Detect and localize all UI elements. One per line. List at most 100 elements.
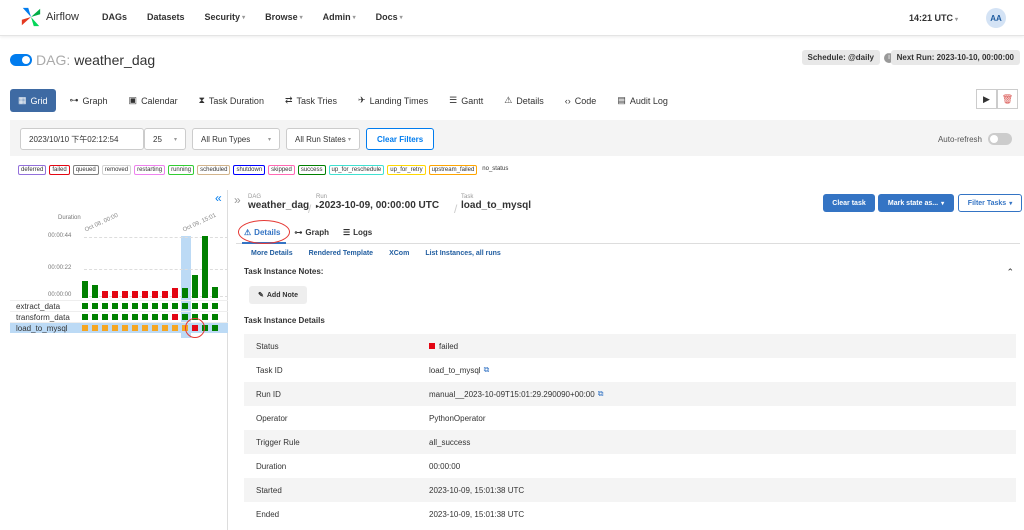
tab-task-tries[interactable]: ⇄ Task Tries — [285, 95, 337, 106]
task-instance-cell[interactable] — [162, 325, 168, 331]
legend-no-status[interactable]: no_status — [480, 165, 510, 175]
task-instance-cell[interactable] — [112, 325, 118, 331]
tab-code[interactable]: ‹› Code — [565, 96, 597, 106]
task-instance-cell[interactable] — [192, 303, 198, 309]
task-instance-cell[interactable] — [142, 303, 148, 309]
task-instance-cell[interactable] — [172, 303, 178, 309]
tab-calendar[interactable]: ▣ Calendar — [129, 95, 178, 106]
task-instance-cell[interactable] — [162, 314, 168, 320]
expand-grid-icon[interactable]: » — [234, 193, 241, 207]
filter-tasks-button[interactable]: Filter Tasks ▾ — [958, 194, 1022, 212]
task-instance-cell[interactable] — [142, 314, 148, 320]
legend-skipped[interactable]: skipped — [268, 165, 295, 175]
breadcrumb-task[interactable]: Task load_to_mysql — [461, 194, 531, 211]
legend-shutdown[interactable]: shutdown — [233, 165, 266, 175]
run-duration-bar[interactable] — [162, 290, 168, 298]
run-duration-bar[interactable] — [212, 286, 218, 298]
tab-logs[interactable]: ☰ Logs — [343, 228, 372, 237]
run-duration-bar[interactable] — [92, 285, 98, 298]
task-instance-cell[interactable] — [82, 303, 88, 309]
legend-upstream-failed[interactable]: upstream_failed — [428, 165, 478, 175]
legend-deferred[interactable]: deferred — [18, 165, 47, 175]
more-details-link[interactable]: More Details — [251, 250, 293, 257]
collapse-grid-icon[interactable]: « — [215, 191, 222, 205]
task-instance-cell[interactable] — [212, 325, 218, 331]
user-avatar[interactable]: AA — [986, 8, 1006, 28]
run-duration-bar[interactable] — [142, 290, 148, 298]
breadcrumb-run[interactable]: Run ▸2023-10-09, 00:00:00 UTC — [316, 194, 439, 211]
task-instance-cell[interactable] — [152, 303, 158, 309]
task-instance-cell[interactable] — [122, 325, 128, 331]
run-duration-bar[interactable] — [102, 290, 108, 298]
task-instance-cell[interactable] — [82, 325, 88, 331]
run-duration-bar[interactable] — [172, 288, 178, 298]
auto-refresh-toggle[interactable] — [988, 133, 1012, 145]
run-type-select[interactable]: All Run Types ▾ — [192, 128, 280, 150]
legend-running[interactable]: running — [168, 165, 195, 175]
legend-failed[interactable]: failed — [49, 165, 70, 175]
task-instance-cell[interactable] — [212, 314, 218, 320]
task-instance-cell[interactable] — [152, 314, 158, 320]
task-instance-cell[interactable] — [172, 325, 178, 331]
delete-dag-button[interactable]: 🗑 — [997, 89, 1018, 109]
run-state-select[interactable]: All Run States ▾ — [286, 128, 360, 150]
add-note-button[interactable]: ✎ Add Note — [249, 286, 307, 304]
mark-state-button[interactable]: Mark state as... ▾ — [878, 194, 954, 212]
task-instance-cell[interactable] — [132, 325, 138, 331]
dag-pause-toggle[interactable] — [10, 54, 32, 66]
list-instances-link[interactable]: List Instances, all runs — [425, 250, 500, 257]
run-duration-bar[interactable] — [122, 290, 128, 298]
copy-icon[interactable]: ⧉ — [484, 365, 490, 375]
tab-graph[interactable]: ⊶ Graph — [294, 228, 329, 237]
copy-icon[interactable]: ⧉ — [598, 389, 604, 399]
run-duration-bar[interactable] — [132, 290, 138, 298]
run-duration-bar[interactable] — [182, 288, 188, 298]
task-instance-cell[interactable] — [202, 314, 208, 320]
run-duration-bar[interactable] — [152, 290, 158, 298]
tab-gantt[interactable]: ☰ Gantt — [449, 95, 483, 106]
nav-item-admin[interactable]: Admin ▾ — [323, 12, 356, 22]
task-instance-cell[interactable] — [142, 325, 148, 331]
tab-details[interactable]: ⚠ Details — [504, 95, 544, 106]
legend-removed[interactable]: removed — [101, 165, 132, 175]
base-date-input[interactable]: 2023/10/10 下午02:12:54 — [20, 128, 144, 150]
breadcrumb-dag[interactable]: DAG weather_dag — [248, 194, 309, 211]
nav-item-docs[interactable]: Docs ▾ — [376, 12, 403, 22]
tab-task-duration[interactable]: ⧗ Task Duration — [199, 95, 264, 106]
utc-clock[interactable]: 14:21 UTC ▾ — [909, 13, 958, 23]
task-instance-cell[interactable] — [212, 303, 218, 309]
task-instance-cell[interactable] — [102, 314, 108, 320]
run-limit-select[interactable]: 25 ▾ — [144, 128, 186, 150]
trigger-dag-button[interactable]: ▶ — [976, 89, 997, 109]
nav-item-browse[interactable]: Browse ▾ — [265, 12, 303, 22]
task-instance-cell[interactable] — [102, 303, 108, 309]
legend-restarting[interactable]: restarting — [134, 165, 166, 175]
tab-graph[interactable]: ⊶ Graph — [70, 95, 108, 106]
task-instance-cell[interactable] — [132, 303, 138, 309]
task-instance-cell[interactable] — [172, 314, 178, 320]
task-instance-cell[interactable] — [92, 325, 98, 331]
task-instance-cell[interactable] — [82, 314, 88, 320]
legend-up-for-retry[interactable]: up_for_retry — [387, 165, 426, 175]
legend-up-for-reschedule[interactable]: up_for_reschedule — [328, 165, 385, 175]
chevron-up-icon[interactable]: ⌃ — [1006, 267, 1014, 278]
task-instance-cell[interactable] — [112, 303, 118, 309]
task-instance-cell[interactable] — [92, 314, 98, 320]
clear-filters-button[interactable]: Clear Filters — [366, 128, 435, 150]
task-instance-cell[interactable] — [122, 314, 128, 320]
run-duration-bar[interactable] — [82, 281, 88, 298]
task-instance-cell[interactable] — [152, 325, 158, 331]
run-duration-bar[interactable] — [192, 275, 198, 298]
tab-audit-log[interactable]: ▤ Audit Log — [617, 95, 668, 106]
task-instance-cell[interactable] — [92, 303, 98, 309]
brand[interactable]: Airflow — [20, 6, 79, 28]
task-instance-cell[interactable] — [182, 303, 188, 309]
nav-item-security[interactable]: Security ▾ — [205, 12, 246, 22]
nav-item-datasets[interactable]: Datasets — [147, 12, 185, 22]
legend-success[interactable]: success — [297, 165, 326, 175]
rendered-template-link[interactable]: Rendered Template — [309, 250, 373, 257]
run-duration-bar[interactable] — [202, 236, 208, 298]
clear-task-button[interactable]: Clear task — [823, 194, 875, 212]
nav-item-dags[interactable]: DAGs — [102, 12, 127, 22]
task-instance-cell[interactable] — [202, 303, 208, 309]
